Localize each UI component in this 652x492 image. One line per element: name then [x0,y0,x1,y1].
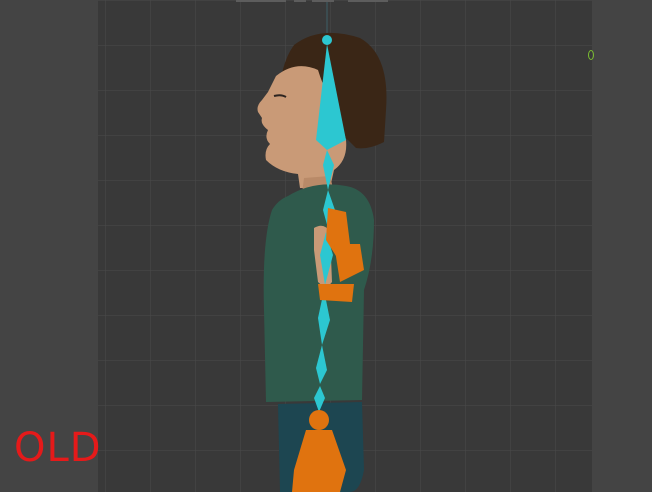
3d-viewport[interactable] [98,0,592,492]
right-panel [592,0,652,492]
bone-hand[interactable] [318,284,354,302]
app-window: OLD [0,0,652,492]
axis-gizmo-icon[interactable] [588,50,594,60]
toolbar-button[interactable] [348,0,388,2]
left-panel [0,0,98,492]
toolbar-button[interactable] [294,0,306,2]
header-toolbar [236,0,388,3]
viewport-canvas [98,0,592,492]
toolbar-button[interactable] [312,0,334,2]
toolbar-button[interactable] [236,0,286,2]
old-overlay-label: OLD [14,425,102,471]
bone-joint-hip[interactable] [309,410,329,430]
bone-joint-head-tip[interactable] [322,35,332,45]
